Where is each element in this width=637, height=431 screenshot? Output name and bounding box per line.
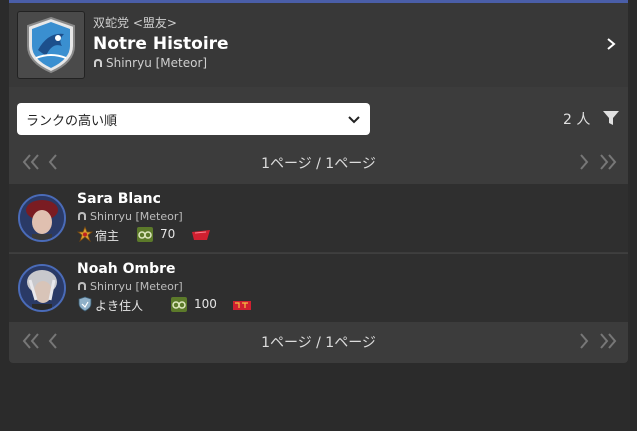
member-count: 2 人: [563, 112, 591, 128]
member-world-label: Shinryu [Meteor]: [90, 280, 183, 293]
world-icon: [78, 212, 86, 220]
member-rank: 宿主: [95, 229, 120, 243]
member-world: Shinryu [Meteor]: [77, 280, 183, 293]
pagination-label: 1ページ / 1ページ: [261, 335, 376, 351]
rank-shield-icon: [78, 296, 92, 312]
member-world: Shinryu [Meteor]: [77, 210, 183, 223]
level-badge-icon: [137, 227, 153, 242]
next-page-icon[interactable]: [578, 332, 590, 350]
character-portrait-icon: [20, 266, 64, 310]
member-name: Noah Ombre: [77, 261, 176, 277]
avatar: [18, 194, 66, 242]
member-row[interactable]: Sara Blanc Shinryu [Meteor] 宿主 70: [9, 184, 628, 252]
member-level: 100: [194, 297, 217, 311]
red-job-icon: [192, 230, 210, 240]
level-badge-icon: [171, 297, 187, 312]
pagination-top: 1ページ / 1ページ: [9, 143, 628, 181]
chevron-down-icon: [348, 116, 360, 124]
world-icon: [78, 282, 86, 290]
member-rank: よき住人: [95, 299, 144, 313]
free-company-world: Shinryu [Meteor]: [93, 56, 207, 70]
pagination-bottom: 1ページ / 1ページ: [9, 322, 628, 360]
free-company-header[interactable]: 双蛇党 <盟友> Notre Histoire Shinryu [Meteor]: [9, 3, 628, 87]
crest-emblem-icon: [27, 16, 75, 74]
rank-crown-icon: [77, 226, 93, 242]
member-level: 70: [160, 227, 176, 241]
sort-select-value: ランクの高い順: [26, 114, 118, 129]
free-company-name: Notre Histoire: [93, 34, 229, 54]
free-company-panel: 双蛇党 <盟友> Notre Histoire Shinryu [Meteor]…: [9, 3, 628, 363]
member-world-label: Shinryu [Meteor]: [90, 210, 183, 223]
free-company-world-label: Shinryu [Meteor]: [106, 56, 208, 70]
avatar: [18, 264, 66, 312]
sort-select[interactable]: ランクの高い順: [17, 103, 370, 135]
company-crest: [17, 11, 85, 79]
last-page-icon[interactable]: [598, 332, 618, 350]
last-page-icon[interactable]: [598, 153, 618, 171]
red-job-icon: [233, 301, 251, 310]
chevron-right-icon: [607, 38, 616, 50]
next-page-icon[interactable]: [578, 153, 590, 171]
world-icon: [94, 59, 102, 67]
grand-company-affiliation: 双蛇党 <盟友>: [93, 16, 177, 30]
character-portrait-icon: [20, 196, 64, 240]
member-row[interactable]: Noah Ombre Shinryu [Meteor] よき住人 100: [9, 253, 628, 322]
filter-icon[interactable]: [603, 110, 619, 126]
member-name: Sara Blanc: [77, 191, 161, 207]
pagination-label: 1ページ / 1ページ: [261, 156, 376, 172]
